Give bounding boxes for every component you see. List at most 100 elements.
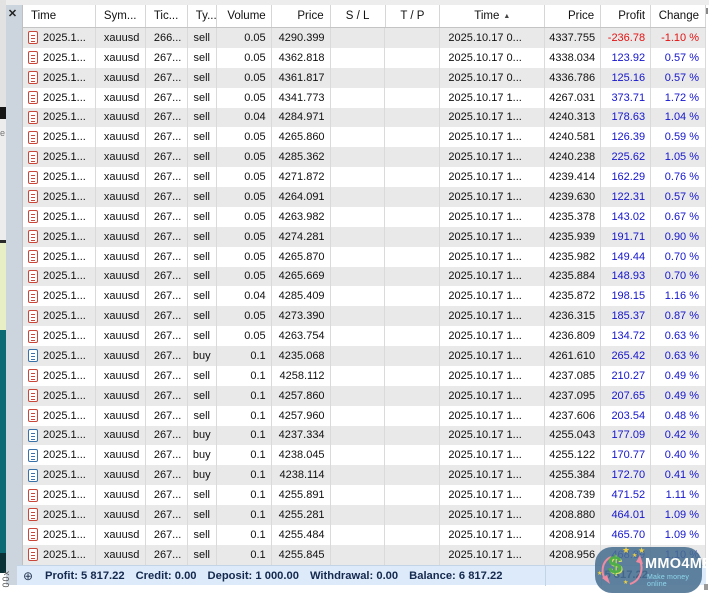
column-header-time[interactable]: Time [23,5,96,27]
column-header-price[interactable]: Price [272,5,331,27]
cell-profit: 148.93 [601,266,652,287]
cell-close_time: 2025.10.17 0... [440,28,546,48]
column-header-label: Time [31,10,57,22]
table-row[interactable]: 2025.1... xauusd 267... sell 0.05 4362.818 202… [23,47,707,68]
column-header-change[interactable]: Change [651,5,706,27]
table-row[interactable]: 2025.1... xauusd 267... buy 0.1 4238.045 2025.… [23,445,707,466]
table-row[interactable]: 2025.1... xauusd 267... sell 0.1 4258.112 2025… [23,365,707,386]
cell-ticket: 267... [146,445,188,466]
sell-order-icon [28,110,38,124]
close-icon[interactable]: ✕ [5,7,20,21]
cell-change: 0.76 % [651,167,707,187]
cell-text: xauusd [103,528,140,541]
account-history-panel: e 00x ✕ Time Sym... Tic... Ty... Volume Price… [0,0,709,599]
sort-ascending-icon: ▲ [503,12,511,20]
table-row[interactable]: 2025.1... xauusd 267... sell 0.05 4264.091 202… [23,187,707,207]
column-header-tp[interactable]: T / P [386,5,441,27]
expand-plus-icon[interactable]: ⊕ [23,569,33,583]
cell-sl [331,505,386,525]
cell-price: 4257.860 [272,385,331,406]
cell-text: 267... [153,389,182,402]
sell-order-icon [28,71,38,85]
table-row[interactable]: 2025.1... xauusd 267... sell 0.05 4285.362 202… [23,147,707,168]
sell-order-icon [28,409,38,423]
cell-change: 0.42 % [651,425,707,446]
cell-text: 2025.1... [43,528,86,541]
cell-change: 1.16 % [651,286,707,307]
table-row[interactable]: 2025.1... xauusd 267... buy 0.1 4238.114 2025.… [23,465,707,486]
cell-price: 4273.390 [272,306,331,327]
table-row[interactable]: 2025.1... xauusd 267... sell 0.05 4265.669 202… [23,266,707,287]
table-row[interactable]: 2025.1... xauusd 267... sell 0.1 4257.860 2025… [23,385,707,406]
cell-text: 4362.818 [278,51,325,64]
cell-type: sell [188,167,217,187]
cell-profit: 225.62 [601,147,652,168]
cell-time: 2025.1... [23,405,96,426]
column-header-ticket[interactable]: Tic... [146,5,188,27]
table-row[interactable]: 2025.1... xauusd 267... sell 0.04 4285.409 202… [23,286,707,307]
cell-text: 2025.10.17 1... [448,528,522,541]
cell-ticket: 267... [146,187,188,207]
cell-symbol: xauusd [96,425,146,446]
cell-time: 2025.1... [23,246,96,267]
table-row[interactable]: 2025.1... xauusd 267... sell 0.1 4255.484 2025… [23,524,707,545]
table-row[interactable]: 2025.1... xauusd 267... buy 0.1 4235.068 2025.… [23,346,707,366]
table-row[interactable]: 2025.1... xauusd 267... sell 0.05 4271.872 202… [23,167,707,187]
column-header-close_price[interactable]: Price [545,5,602,27]
cell-close_price: 4255.384 [545,465,602,486]
cell-profit: 191.71 [601,226,652,247]
cell-tp [385,365,441,386]
summary-deposit: Deposit: 1 000.00 [207,569,299,582]
cell-text: 149.44 [611,250,646,263]
column-header-volume[interactable]: Volume [217,5,272,27]
cell-ticket: 267... [146,206,188,227]
cell-text: 0.05 [244,330,266,343]
cell-close_time: 2025.10.17 1... [440,246,546,267]
cell-change: 1.04 % [651,107,707,128]
cell-price: 4285.362 [272,147,331,168]
cell-price: 4255.484 [272,524,331,545]
table-row[interactable]: 2025.1... xauusd 267... sell 0.1 4255.281 2025… [23,505,707,525]
table-row[interactable]: 2025.1... xauusd 267... sell 0.05 4273.390 202… [23,306,707,327]
table-row[interactable]: 2025.1... xauusd 267... sell 0.05 4341.773 202… [23,87,707,108]
cell-text: 4284.971 [278,111,325,124]
column-header-sl[interactable]: S / L [331,5,386,27]
table-row[interactable]: 2025.1... xauusd 267... sell 0.1 4255.891 2025… [23,485,707,505]
table-row[interactable]: 2025.1... xauusd 266... sell 0.05 4290.399 202… [23,28,707,48]
table-row[interactable]: 2025.1... xauusd 267... sell 0.05 4263.982 202… [23,206,707,227]
table-row[interactable]: 2025.1... xauusd 267... sell 0.05 4263.754 202… [23,326,707,346]
table-row[interactable]: 2025.1... xauusd 267... buy 0.1 4237.334 2025.… [23,425,707,446]
cell-profit: 178.63 [601,107,652,128]
column-header-symbol[interactable]: Sym... [96,5,146,27]
cell-text: sell [193,330,211,343]
column-header-type[interactable]: Ty... [188,5,217,27]
cell-time: 2025.1... [23,87,96,108]
cell-close_time: 2025.10.17 1... [440,87,546,108]
table-row[interactable]: 2025.1... xauusd 267... sell 0.1 4257.960 2025… [23,405,707,426]
cell-text: 177.09 [611,429,646,442]
cell-price: 4265.860 [272,127,331,148]
cell-text: 178.63 [611,111,646,124]
column-header-close_time[interactable]: Time ▲ [440,5,546,27]
cell-text: 4257.860 [278,389,325,402]
star-icon: ★ [623,580,629,586]
cell-text: 2025.10.17 1... [448,310,522,323]
cell-price: 4265.669 [272,266,331,287]
cell-text: 0.04 [244,111,266,124]
right-edge-mark [704,584,708,590]
column-header-profit[interactable]: Profit [601,5,652,27]
cell-close_price: 4255.122 [545,445,602,466]
table-row[interactable]: 2025.1... xauusd 267... sell 0.05 4265.860 202… [23,127,707,148]
cell-close_price: 4267.031 [545,87,602,108]
cell-time: 2025.1... [23,147,96,168]
cell-text: 4341.773 [278,91,325,104]
table-row[interactable]: 2025.1... xauusd 267... sell 0.05 4361.817 202… [23,67,707,88]
star-icon: ★ [632,553,638,559]
table-row[interactable]: 2025.1... xauusd 267... sell 0.04 4284.971 202… [23,107,707,128]
table-row[interactable]: 2025.1... xauusd 267... sell 0.05 4274.281 202… [23,226,707,247]
table-row[interactable]: 2025.1... xauusd 267... sell 0.05 4265.870 202… [23,246,707,267]
cell-symbol: xauusd [96,346,146,366]
sell-order-icon [28,210,38,224]
cell-price: 4341.773 [272,87,331,108]
cell-change: 0.63 % [651,346,707,366]
